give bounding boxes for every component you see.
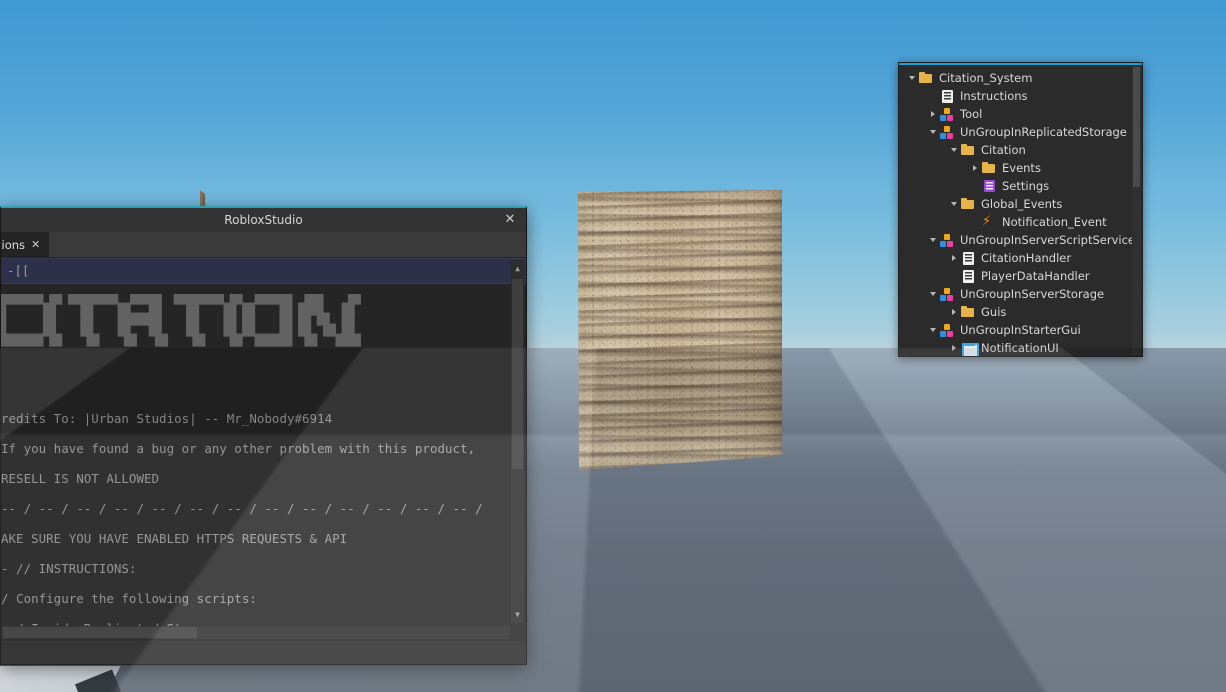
model-icon <box>939 106 955 122</box>
tree-item-guis[interactable]: Guis <box>899 303 1132 321</box>
explorer-tree[interactable]: Citation_System Instructions Tool UnGroupIn… <box>899 69 1135 356</box>
tree-item-playerdatahandler[interactable]: PlayerDataHandler <box>899 267 1132 285</box>
tab-label: tions <box>1 237 26 252</box>
chevron-down-icon[interactable] <box>926 321 939 339</box>
tree-item-label: PlayerDataHandler <box>981 269 1090 283</box>
chevron-down-icon[interactable] <box>905 69 918 87</box>
tree-item-label: UnGroupInServerScriptService <box>960 233 1135 247</box>
code-line[interactable]: -- / -- / -- / -- / -- / -- / -- / -- / … <box>1 494 526 524</box>
chevron-right-icon[interactable] <box>947 249 960 267</box>
window-titlebar[interactable]: RobloxStudio ✕ <box>1 208 526 232</box>
code-editor[interactable]: -[[ ███████ ██ ████████ █████ ████████ █… <box>1 258 526 641</box>
window-title: RobloxStudio <box>224 213 303 227</box>
chevron-right-icon[interactable] <box>926 105 939 123</box>
folder-icon <box>960 304 976 320</box>
tree-item-label: Citation <box>981 143 1026 157</box>
chevron-down-icon[interactable] <box>947 195 960 213</box>
close-icon[interactable]: ✕ <box>502 212 518 228</box>
tree-item-label: Tool <box>960 107 983 121</box>
script-icon <box>939 88 955 104</box>
tree-item-ungroupinserverstorage[interactable]: UnGroupInServerStorage <box>899 285 1132 303</box>
tree-item-citationhandler[interactable]: CitationHandler <box>899 249 1132 267</box>
editor-hscroll-thumb[interactable] <box>3 627 197 638</box>
tree-item-label: NotificationUI <box>981 341 1059 355</box>
tree-item-label: Global_Events <box>981 197 1063 211</box>
editor-vertical-scrollbar[interactable]: ▲ ▼ <box>511 260 524 623</box>
tree-item-citation[interactable]: Citation <box>899 141 1132 159</box>
editor-vscroll-thumb[interactable] <box>512 278 523 469</box>
tree-item-ungroupinstartergui[interactable]: UnGroupInStarterGui <box>899 321 1132 339</box>
explorer-panel[interactable]: Citation_System Instructions Tool UnGroupIn… <box>898 62 1143 357</box>
model-icon <box>939 286 955 302</box>
folder-icon <box>981 160 997 176</box>
code-line[interactable]: / Configure the following scripts: <box>1 584 526 614</box>
code-line-active[interactable]: -[[ <box>1 258 526 284</box>
explorer-vertical-scrollbar[interactable] <box>1132 65 1141 355</box>
screen-gui-icon <box>960 340 979 356</box>
tree-item-label: Instructions <box>960 89 1028 103</box>
editor-horizontal-scrollbar[interactable] <box>1 626 510 639</box>
script-icon <box>960 250 976 266</box>
explorer-accent-bar <box>899 63 1142 65</box>
code-line[interactable]: redits To: |Urban Studios| -- Mr_Nobody#… <box>1 404 526 434</box>
folder-icon <box>960 142 976 158</box>
tree-item-ungroupinreplicatedstorage[interactable]: UnGroupInReplicatedStorage <box>899 123 1132 141</box>
roblox-studio-window[interactable]: RobloxStudio ✕ tions ✕ -[[ ███████ ██ ██… <box>0 206 527 665</box>
scroll-up-arrow-icon[interactable]: ▲ <box>512 263 523 274</box>
ascii-art-banner: ███████ ██ ████████ █████ ████████ ██ ██… <box>1 294 361 347</box>
tree-item-ungroupinserverscriptservice[interactable]: UnGroupInServerScriptService <box>899 231 1135 249</box>
script-icon <box>960 268 976 284</box>
tree-item-notificationui[interactable]: NotificationUI <box>899 339 1132 356</box>
explorer-scrollbar-thumb[interactable] <box>1133 67 1140 187</box>
tree-item-notification-event[interactable]: Notification_Event <box>899 213 1132 231</box>
code-lines[interactable]: redits To: |Urban Studios| -- Mr_Nobody#… <box>1 404 526 641</box>
code-line[interactable]: - // INSTRUCTIONS: <box>1 554 526 584</box>
tree-item-label: UnGroupInServerStorage <box>960 287 1105 301</box>
code-line[interactable]: AKE SURE YOU HAVE ENABLED HTTPS REQUESTS… <box>1 524 526 554</box>
chevron-right-icon[interactable] <box>947 303 960 321</box>
tree-item-label: Events <box>1002 161 1041 175</box>
chevron-right-icon[interactable] <box>968 159 981 177</box>
tab-close-icon[interactable]: ✕ <box>31 238 40 251</box>
wooden-plank-part[interactable] <box>578 190 782 470</box>
editor-bottom-filler <box>1 646 526 664</box>
chevron-right-icon[interactable] <box>947 339 960 356</box>
tree-item-settings[interactable]: Settings <box>899 177 1132 195</box>
tree-item-label: Notification_Event <box>1002 215 1107 229</box>
chevron-down-icon[interactable] <box>926 285 939 303</box>
tree-item-label: Settings <box>1002 179 1050 193</box>
chevron-down-icon[interactable] <box>947 141 960 159</box>
remote-event-icon <box>981 213 997 230</box>
tree-item-global-events[interactable]: Global_Events <box>899 195 1132 213</box>
chevron-down-icon[interactable] <box>926 123 939 141</box>
tree-item-citation-system[interactable]: Citation_System <box>899 69 1132 87</box>
folder-icon <box>960 196 976 212</box>
tree-item-label: UnGroupInStarterGui <box>960 323 1081 337</box>
script-tabstrip[interactable]: tions ✕ <box>1 232 526 258</box>
tree-item-tool[interactable]: Tool <box>899 105 1132 123</box>
tab-instructions[interactable]: tions ✕ <box>1 232 50 257</box>
model-icon <box>939 232 955 248</box>
model-icon <box>939 322 955 338</box>
tree-item-events[interactable]: Events <box>899 159 1132 177</box>
module-script-icon <box>981 178 997 194</box>
scroll-down-arrow-icon[interactable]: ▼ <box>512 609 523 620</box>
folder-icon <box>918 70 934 86</box>
chevron-down-icon[interactable] <box>926 231 939 249</box>
code-line[interactable]: RESELL IS NOT ALLOWED <box>1 464 526 494</box>
studio-screen: Citation_System Instructions Tool UnGroupIn… <box>0 0 1226 692</box>
tree-item-label: UnGroupInReplicatedStorage <box>960 125 1127 139</box>
code-line[interactable]: If you have found a bug or any other pro… <box>1 434 526 464</box>
plank-texture-noise <box>578 190 782 470</box>
model-icon <box>939 124 955 140</box>
tree-item-label: Guis <box>981 305 1007 319</box>
tree-item-instructions[interactable]: Instructions <box>899 87 1132 105</box>
tree-item-label: Citation_System <box>939 71 1033 85</box>
tree-item-label: CitationHandler <box>981 251 1072 265</box>
